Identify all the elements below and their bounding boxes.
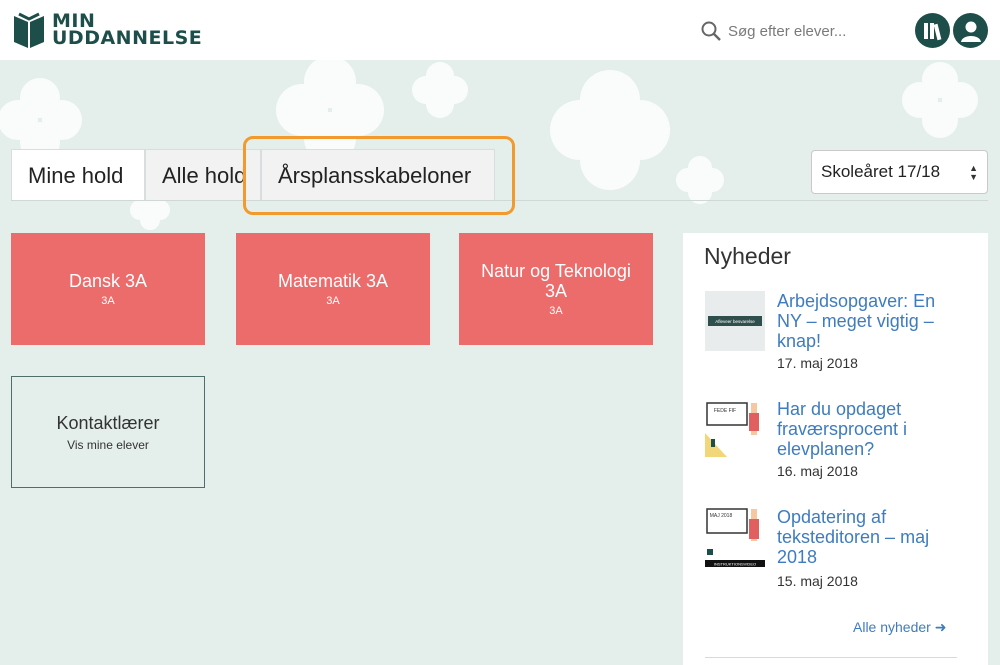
course-card-title: Dansk 3A (68, 271, 148, 291)
logo-icon[interactable] (12, 12, 46, 50)
highlight-box (243, 136, 515, 215)
course-card-title: Natur og Teknologi 3A (481, 261, 631, 301)
all-news-link[interactable]: Alle nyheder ➜ (853, 619, 946, 636)
contact-card-subtitle: Vis mine elever (67, 437, 149, 452)
news-item[interactable]: FEDE FIF Har du opdaget fraværsprocent i… (705, 399, 975, 479)
news-date: 15. maj 2018 (777, 573, 858, 589)
course-card-natur-teknologi[interactable]: Natur og Teknologi 3A 3A (459, 233, 653, 345)
top-bar: MIN UDDANNELSE (0, 0, 1000, 60)
search-bar (700, 18, 888, 44)
news-thumbnail[interactable]: FEDE FIF (705, 399, 765, 459)
news-thumb-text: FEDE FIF (714, 408, 736, 414)
news-date: 16. maj 2018 (777, 463, 858, 479)
school-year-value: Skoleåret 17/18 (821, 162, 941, 181)
news-title[interactable]: Har du opdaget fraværsprocent i elevplan… (777, 399, 957, 459)
news-title[interactable]: Arbejdsopgaver: En NY – meget vigtig – k… (777, 291, 957, 351)
search-icon[interactable] (700, 20, 722, 42)
arrow-right-icon: ➜ (934, 619, 947, 635)
news-title[interactable]: Opdatering af teksteditoren – maj 2018 (777, 507, 957, 567)
course-card-title: Matematik 3A (277, 271, 389, 291)
contact-teacher-card[interactable]: Kontaktlærer Vis mine elever (11, 376, 205, 488)
logo-line2: UDDANNELSE (52, 27, 203, 49)
select-arrows-icon: ▲ ▼ (969, 163, 978, 182)
course-card-subtitle: 3A (101, 295, 115, 307)
school-year-select[interactable]: Skoleåret 17/18 ▲ ▼ (811, 150, 988, 194)
logo-text[interactable]: MIN UDDANNELSE (52, 12, 203, 49)
news-item[interactable]: Afleveer besvarelse Arbejdsopgaver: En N… (705, 291, 975, 371)
news-date: 17. maj 2018 (777, 355, 858, 371)
news-item[interactable]: MAJ 2018 INSTRUKTIONSVIDEO Opdatering af… (705, 507, 975, 589)
search-input[interactable] (728, 22, 888, 40)
news-thumb-caption: INSTRUKTIONSVIDEO (714, 562, 756, 567)
library-icon (923, 22, 941, 40)
news-panel: Nyheder Afleveer besvarelse Arbejdsopgav… (683, 233, 988, 665)
news-thumb-text: MAJ 2018 (710, 513, 733, 519)
news-thumbnail[interactable]: MAJ 2018 INSTRUKTIONSVIDEO (705, 507, 765, 567)
contact-card-title: Kontaktlærer (56, 412, 160, 433)
news-heading: Nyheder (704, 243, 791, 269)
all-news-label: Alle nyheder (853, 619, 931, 635)
news-thumb-text: Afleveer besvarelse (715, 319, 755, 324)
user-button[interactable] (953, 13, 988, 48)
course-card-subtitle: 3A (326, 295, 340, 307)
course-card-subtitle: 3A (549, 305, 563, 317)
tab-mine-hold[interactable]: Mine hold (11, 149, 145, 201)
news-divider (705, 657, 957, 658)
user-icon (960, 21, 981, 42)
course-card-matematik[interactable]: Matematik 3A 3A (236, 233, 430, 345)
news-thumbnail[interactable]: Afleveer besvarelse (705, 291, 765, 351)
library-button[interactable] (915, 13, 950, 48)
course-card-dansk[interactable]: Dansk 3A 3A (11, 233, 205, 345)
